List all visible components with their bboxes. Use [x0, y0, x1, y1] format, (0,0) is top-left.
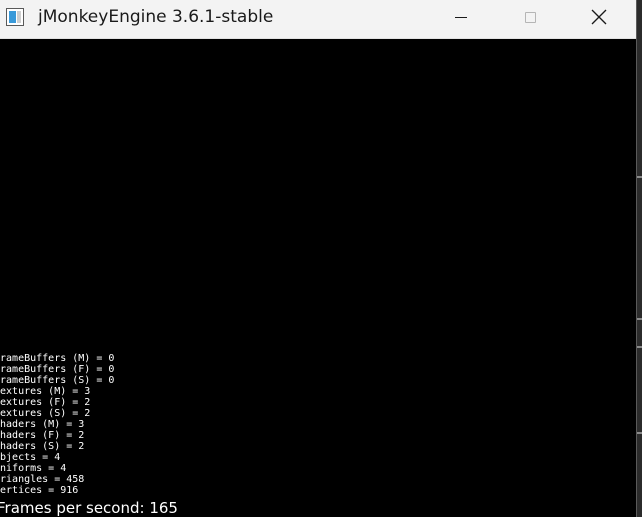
render-viewport[interactable]: FrameBuffers (M) = 0 FrameBuffers (F) = 0…: [0, 39, 636, 517]
fps-counter: Frames per second: 165: [0, 499, 178, 517]
stats-overlay: FrameBuffers (M) = 0 FrameBuffers (F) = 0…: [0, 353, 114, 496]
stats-line: Triangles = 458: [0, 474, 85, 485]
app-icon-pane-right: [17, 11, 21, 23]
stats-line: FrameBuffers (F) = 0: [0, 364, 115, 375]
background-edge-mark: [637, 318, 642, 320]
app-icon-pane: [9, 11, 16, 23]
stats-line: Vertices = 916: [0, 485, 79, 496]
stats-line: Shaders (S) = 2: [0, 441, 85, 452]
stats-line: Objects = 4: [0, 452, 61, 463]
app-window: jMonkeyEngine 3.6.1-stable FrameBuffers …: [0, 0, 636, 517]
window-title: jMonkeyEngine 3.6.1-stable: [38, 7, 274, 27]
stats-line: Textures (S) = 2: [0, 408, 91, 419]
close-button[interactable]: [576, 0, 622, 34]
title-bar[interactable]: jMonkeyEngine 3.6.1-stable: [0, 0, 636, 39]
stats-line: Shaders (M) = 3: [0, 419, 85, 430]
maximize-button: [507, 0, 553, 34]
maximize-icon: [524, 11, 536, 23]
background-edge-mark: [637, 346, 642, 348]
background-window-edge: [637, 0, 642, 517]
minimize-button[interactable]: [438, 0, 484, 34]
stats-line: Uniforms = 4: [0, 463, 67, 474]
close-icon: [591, 9, 607, 25]
stats-line: Shaders (F) = 2: [0, 430, 85, 441]
minimize-icon: [455, 16, 467, 18]
app-window-icon[interactable]: [6, 8, 24, 26]
background-edge-mark: [637, 432, 642, 434]
stats-line: FrameBuffers (S) = 0: [0, 375, 115, 386]
background-edge-mark: [637, 176, 642, 178]
stats-line: Textures (M) = 3: [0, 386, 91, 397]
stats-line: FrameBuffers (M) = 0: [0, 353, 115, 364]
stats-line: Textures (F) = 2: [0, 397, 91, 408]
